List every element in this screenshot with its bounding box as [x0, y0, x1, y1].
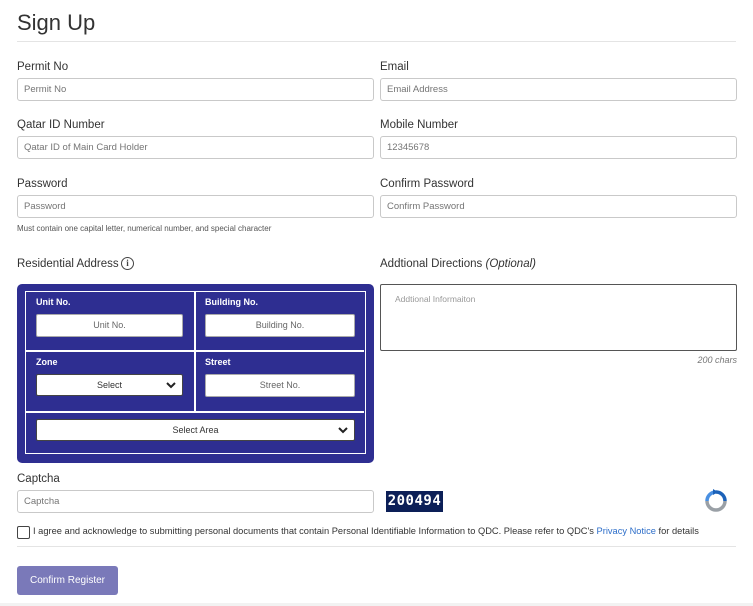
mobile-label: Mobile Number: [380, 119, 458, 131]
residential-address-panel: Unit No. Unit No. Building No. Building …: [17, 284, 374, 463]
password-hint: Must contain one capital letter, numeric…: [17, 224, 272, 233]
zone-select[interactable]: Select: [36, 374, 183, 396]
grid-divider-horizontal-2: [26, 411, 364, 413]
char-limit: 200 chars: [697, 355, 737, 365]
area-select-value: Select Area: [172, 425, 219, 435]
area-select[interactable]: Select Area: [36, 419, 355, 441]
confirm-password-input[interactable]: [380, 195, 737, 218]
directions-label: Addtional Directions (Optional): [380, 258, 536, 270]
recaptcha-refresh-icon[interactable]: [703, 488, 729, 514]
agreement-body: I agree and acknowledge to submitting pe…: [33, 526, 594, 536]
chevron-down-icon: [338, 427, 348, 434]
optional-tag: (Optional): [485, 258, 536, 270]
agreement-suffix: for details: [658, 526, 699, 536]
residential-address-label: Residential Address: [17, 258, 119, 270]
mobile-input[interactable]: [380, 136, 737, 159]
captcha-label: Captcha: [17, 473, 60, 485]
confirm-register-button[interactable]: Confirm Register: [17, 566, 118, 595]
email-label: Email: [380, 61, 409, 73]
qatar-id-input[interactable]: [17, 136, 374, 159]
form-divider: [17, 546, 736, 547]
address-grid: Unit No. Unit No. Building No. Building …: [25, 291, 366, 454]
zone-select-value: Select: [96, 380, 122, 390]
email-input[interactable]: [380, 78, 737, 101]
street-label: Street: [205, 357, 231, 367]
agreement-text: I agree and acknowledge to submitting pe…: [33, 526, 699, 536]
unit-label: Unit No.: [36, 297, 71, 307]
page-title: Sign Up: [17, 10, 96, 35]
building-label: Building No.: [205, 297, 258, 307]
title-divider: [17, 41, 736, 42]
captcha-image: 200494: [386, 491, 443, 512]
permit-label: Permit No: [17, 61, 69, 73]
directions-label-text: Addtional Directions: [380, 258, 483, 270]
info-icon[interactable]: i: [121, 257, 134, 270]
directions-textarea[interactable]: Addtional Informaiton: [380, 284, 737, 351]
privacy-notice-link[interactable]: Privacy Notice: [597, 526, 656, 536]
building-input[interactable]: Building No.: [205, 314, 355, 337]
agree-checkbox[interactable]: [17, 526, 30, 539]
confirm-password-label: Confirm Password: [380, 178, 474, 190]
grid-divider-horizontal: [26, 350, 364, 352]
unit-input[interactable]: Unit No.: [36, 314, 183, 337]
chevron-down-icon: [166, 382, 176, 389]
street-input[interactable]: Street No.: [205, 374, 355, 397]
password-input[interactable]: [17, 195, 374, 218]
password-label: Password: [17, 178, 68, 190]
zone-label: Zone: [36, 357, 58, 367]
captcha-input[interactable]: [17, 490, 374, 513]
grid-divider-vertical: [194, 292, 196, 411]
permit-input[interactable]: [17, 78, 374, 101]
qatar-id-label: Qatar ID Number: [17, 119, 105, 131]
